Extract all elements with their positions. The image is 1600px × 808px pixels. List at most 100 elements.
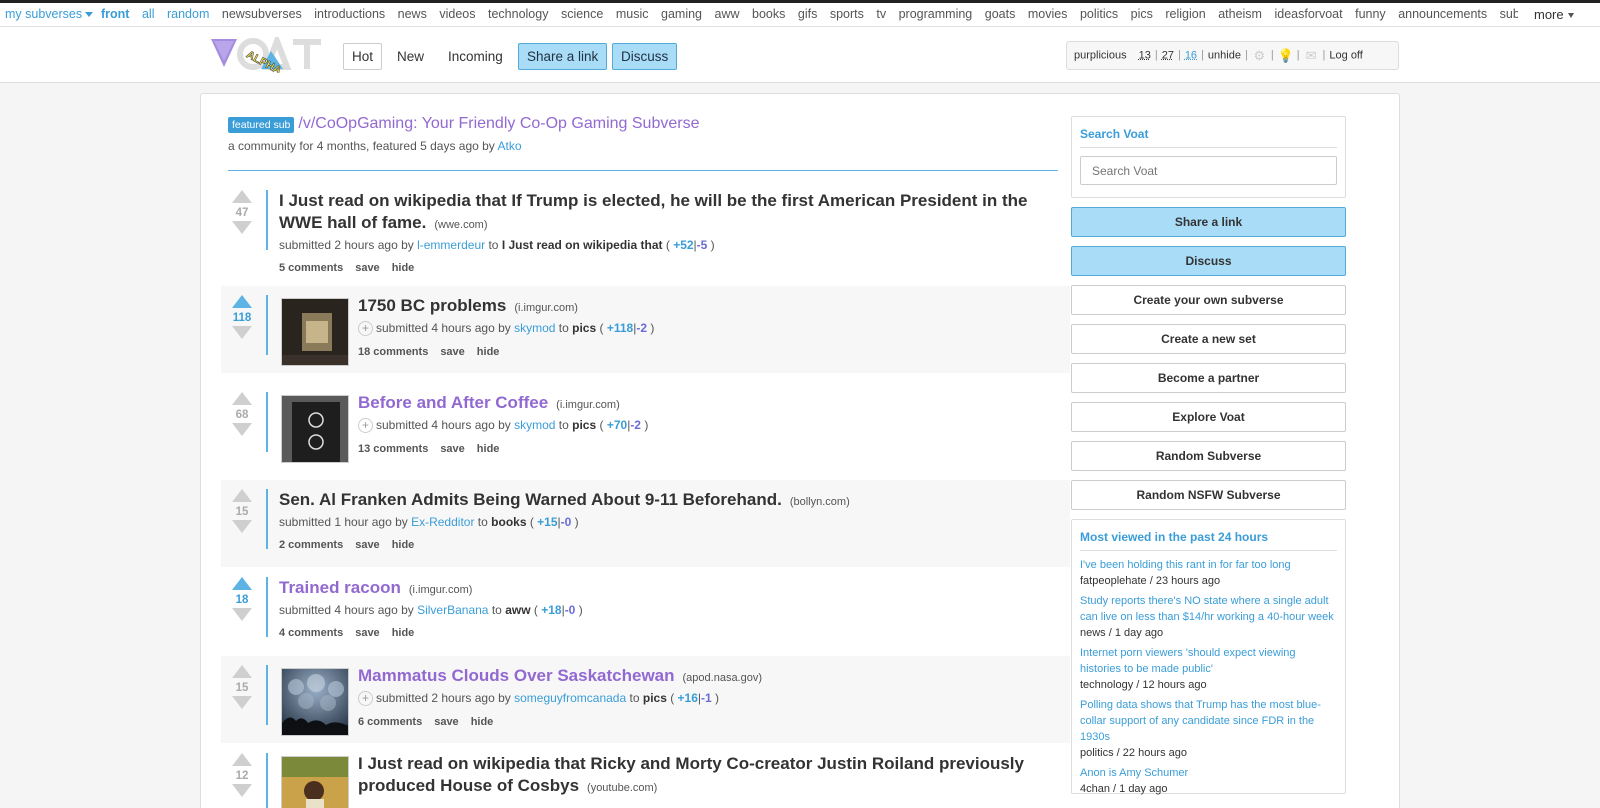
post-hide-link[interactable]: hide: [392, 627, 415, 639]
topbar-item-programming[interactable]: programming: [899, 7, 973, 21]
post-title-link[interactable]: Sen. Al Franken Admits Being Warned Abou…: [279, 490, 782, 509]
post-save-link[interactable]: save: [355, 539, 379, 551]
topbar-item-random[interactable]: random: [167, 7, 209, 21]
become-partner-button[interactable]: Become a partner: [1071, 363, 1346, 393]
more-dropdown[interactable]: more: [1524, 3, 1600, 26]
post-author-link[interactable]: someguyfromcanada: [514, 691, 626, 705]
expand-plus-icon[interactable]: +: [358, 418, 373, 434]
random-subverse-button[interactable]: Random Subverse: [1071, 441, 1346, 471]
post-subverse-link[interactable]: I Just read on wikipedia that: [502, 238, 663, 252]
featured-author-link[interactable]: Atko: [497, 139, 521, 153]
post-author-link[interactable]: SilverBanana: [417, 603, 488, 617]
unhide-link[interactable]: unhide: [1208, 49, 1241, 61]
upvote-arrow-icon[interactable]: [232, 753, 252, 766]
most-viewed-link[interactable]: Polling data shows that Trump has the mo…: [1080, 699, 1321, 743]
topbar-item-tv[interactable]: tv: [876, 7, 886, 21]
topbar-item-music[interactable]: music: [616, 7, 649, 21]
topbar-item-announcements[interactable]: announcements: [1398, 7, 1487, 21]
mail-icon[interactable]: ✉: [1304, 49, 1319, 62]
upvote-arrow-icon[interactable]: [232, 577, 252, 590]
post-comments-link[interactable]: 6 comments: [358, 716, 422, 728]
post-subverse-link[interactable]: pics: [572, 321, 596, 335]
topbar-item-news[interactable]: news: [398, 7, 427, 21]
post-domain[interactable]: (apod.nasa.gov): [683, 672, 763, 684]
sort-incoming-tab[interactable]: Incoming: [439, 43, 512, 70]
most-viewed-link[interactable]: Anon is Amy Schumer: [1080, 767, 1188, 779]
upvote-arrow-icon[interactable]: [232, 190, 252, 203]
topbar-item-gaming[interactable]: gaming: [661, 7, 702, 21]
post-domain[interactable]: (bollyn.com): [790, 496, 850, 508]
downvote-arrow-icon[interactable]: [232, 696, 252, 709]
post-comments-link[interactable]: 2 comments: [279, 539, 343, 551]
post-subverse-link[interactable]: books: [491, 515, 526, 529]
downvote-arrow-icon[interactable]: [232, 423, 252, 436]
topbar-item-technology[interactable]: technology: [488, 7, 548, 21]
create-subverse-button[interactable]: Create your own subverse: [1071, 285, 1346, 315]
post-save-link[interactable]: save: [434, 716, 458, 728]
topbar-item-gifs[interactable]: gifs: [798, 7, 817, 21]
post-hide-link[interactable]: hide: [477, 443, 500, 455]
post-comments-link[interactable]: 5 comments: [279, 262, 343, 274]
topbar-item-atheism[interactable]: atheism: [1218, 7, 1262, 21]
topbar-item-goats[interactable]: goats: [985, 7, 1016, 21]
most-viewed-link[interactable]: I've been holding this rant in for far t…: [1080, 559, 1291, 571]
topbar-item-videos[interactable]: videos: [439, 7, 475, 21]
post-hide-link[interactable]: hide: [392, 539, 415, 551]
upvote-arrow-icon[interactable]: [232, 295, 252, 308]
topbar-item-aww[interactable]: aww: [715, 7, 740, 21]
username-link[interactable]: purplicious: [1074, 49, 1127, 61]
topbar-item-subverses[interactable]: subverses: [1500, 7, 1518, 21]
topbar-item-science[interactable]: science: [561, 7, 603, 21]
post-hide-link[interactable]: hide: [392, 262, 415, 274]
post-domain[interactable]: (i.imgur.com): [514, 302, 578, 314]
post-subverse-link[interactable]: pics: [643, 691, 667, 705]
lightbulb-icon[interactable]: 💡: [1278, 49, 1294, 62]
post-thumbnail[interactable]: [281, 395, 349, 463]
create-set-button[interactable]: Create a new set: [1071, 324, 1346, 354]
my-subverses-dropdown[interactable]: my subverses: [5, 7, 94, 21]
upvote-arrow-icon[interactable]: [232, 665, 252, 678]
post-hide-link[interactable]: hide: [471, 716, 494, 728]
voat-logo[interactable]: ALPHA: [211, 37, 326, 73]
downvote-arrow-icon[interactable]: [232, 326, 252, 339]
post-save-link[interactable]: save: [440, 443, 464, 455]
featured-sub-title[interactable]: /v/CoOpGaming: Your Friendly Co-Op Gamin…: [298, 115, 699, 132]
post-title-link[interactable]: Before and After Coffee: [358, 393, 548, 412]
sidebar-share-link-button[interactable]: Share a link: [1071, 207, 1346, 237]
post-subverse-link[interactable]: pics: [572, 418, 596, 432]
post-author-link[interactable]: Ex-Redditor: [411, 515, 474, 529]
downvote-arrow-icon[interactable]: [232, 608, 252, 621]
post-domain[interactable]: (youtube.com): [587, 782, 657, 794]
downvote-arrow-icon[interactable]: [232, 520, 252, 533]
topbar-item-all[interactable]: all: [142, 7, 155, 21]
post-domain[interactable]: (i.imgur.com): [409, 584, 473, 596]
post-comments-link[interactable]: 18 comments: [358, 346, 428, 358]
topbar-item-newsubverses[interactable]: newsubverses: [222, 7, 302, 21]
post-domain[interactable]: (wwe.com): [434, 219, 487, 231]
post-title-link[interactable]: I Just read on wikipedia that If Trump i…: [279, 191, 1028, 232]
sidebar-discuss-button[interactable]: Discuss: [1071, 246, 1346, 276]
search-input[interactable]: [1080, 156, 1337, 185]
topbar-item-books[interactable]: books: [752, 7, 785, 21]
post-thumbnail[interactable]: [281, 756, 349, 808]
most-viewed-link[interactable]: Study reports there's NO state where a s…: [1080, 595, 1334, 623]
post-author-link[interactable]: skymod: [514, 418, 555, 432]
post-title-link[interactable]: Trained racoon: [279, 578, 401, 597]
gear-icon[interactable]: ⚙: [1252, 49, 1267, 62]
message-count[interactable]: 16: [1185, 49, 1197, 61]
topbar-item-pics[interactable]: pics: [1131, 7, 1153, 21]
share-link-button[interactable]: Share a link: [518, 43, 608, 70]
downvote-arrow-icon[interactable]: [232, 784, 252, 797]
post-title-link[interactable]: Mammatus Clouds Over Saskatchewan: [358, 666, 675, 685]
logoff-link[interactable]: Log off: [1329, 49, 1362, 61]
most-viewed-link[interactable]: Internet porn viewers 'should expect vie…: [1080, 647, 1296, 675]
topbar-item-religion[interactable]: religion: [1165, 7, 1205, 21]
ccp-count[interactable]: 13: [1139, 49, 1151, 61]
downvote-arrow-icon[interactable]: [232, 221, 252, 234]
post-save-link[interactable]: save: [440, 346, 464, 358]
scp-count[interactable]: 27: [1162, 49, 1174, 61]
expand-plus-icon[interactable]: +: [358, 321, 373, 337]
topbar-item-front[interactable]: front: [101, 7, 129, 21]
post-domain[interactable]: (i.imgur.com): [556, 399, 620, 411]
discuss-button[interactable]: Discuss: [612, 43, 678, 70]
